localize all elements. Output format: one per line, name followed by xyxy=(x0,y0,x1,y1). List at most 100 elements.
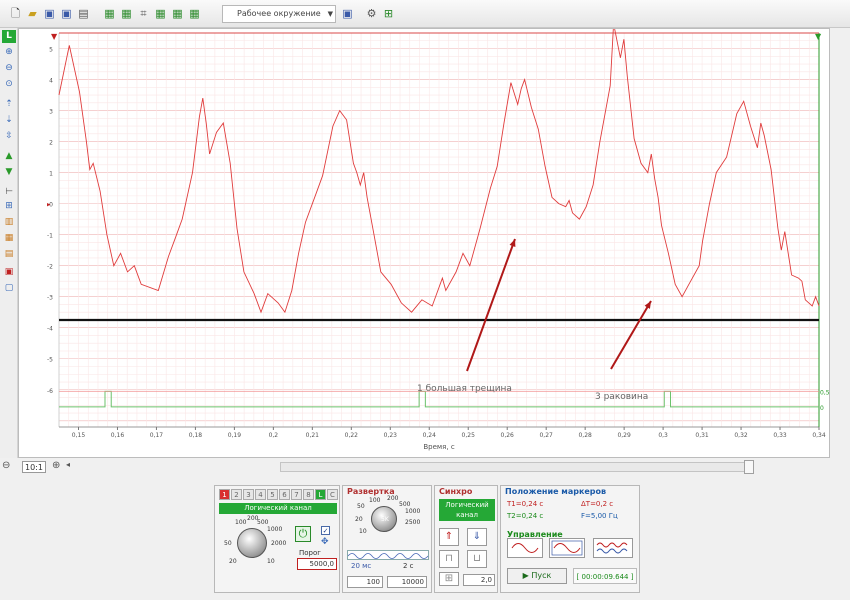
main-toolbar: 🗋 ▰ ▣ ▣ ▤ ▦ ▦ ⌗ ▦ ▦ ▦ Рабочее окружение … xyxy=(0,0,850,28)
green-down-icon[interactable]: ▼ xyxy=(2,166,16,179)
rising-edge-icon[interactable]: ⇑ xyxy=(439,528,459,546)
print-icon[interactable]: ▤ xyxy=(76,6,91,21)
marker-t1: T1=0,24 с xyxy=(507,500,544,508)
continuous-sweep-button[interactable] xyxy=(549,538,585,558)
sync-source-button[interactable]: Логический канал xyxy=(439,499,495,521)
pulse2-icon[interactable]: ⊔ xyxy=(467,550,487,568)
channel-tab-L[interactable]: L xyxy=(315,489,326,500)
level-icon[interactable]: ⊞ xyxy=(439,572,459,586)
sync-panel: Синхро Логический канал ⇑ ⇓ ⊓ ⊔ ⊞ 2,0 xyxy=(434,485,498,593)
amplitude-knob[interactable] xyxy=(237,528,267,558)
chart-icon[interactable]: ▥ xyxy=(2,216,16,229)
scroll-icon[interactable]: ⇳ xyxy=(2,130,16,143)
pulse-icon[interactable]: ⊓ xyxy=(439,550,459,568)
zoom-level[interactable]: 10:1 xyxy=(22,461,46,473)
annotation-crack: 1 большая трещина xyxy=(417,384,512,394)
zoom-in-small-icon[interactable]: ⊕ xyxy=(52,460,60,471)
grid3-icon[interactable]: ▦ xyxy=(153,6,168,21)
layout-icon[interactable]: ⊞ xyxy=(381,6,396,21)
channel-tab-2[interactable]: 2 xyxy=(231,489,242,500)
horizontal-scrollbar[interactable] xyxy=(280,462,750,472)
export-icon[interactable]: ▣ xyxy=(340,6,355,21)
green-up-icon[interactable]: ▲ xyxy=(2,150,16,163)
marker-dt: ΔT=0,2 с xyxy=(581,500,614,508)
start-button[interactable]: ▶ Пуск xyxy=(507,568,567,584)
cursor-icon[interactable]: ⊢ xyxy=(2,186,16,199)
x-tick-label: 0,17 xyxy=(150,432,164,439)
sweep-input-2[interactable]: 10000 xyxy=(387,576,427,588)
chevron-down-icon: ▼ xyxy=(327,10,333,18)
grid2-icon[interactable]: ▦ xyxy=(119,6,134,21)
y-tick-label: -6 xyxy=(47,388,53,395)
markers-title: Положение маркеров xyxy=(505,487,607,496)
sync-value[interactable]: 2,0 xyxy=(463,574,495,586)
x-tick-label: 0,18 xyxy=(189,432,203,439)
table-icon[interactable]: ▦ xyxy=(2,232,16,245)
knob-label: 10 xyxy=(267,558,275,565)
time-left: 20 мс xyxy=(351,562,372,570)
knob-label: 50 xyxy=(357,503,365,510)
knob-label: 1000 xyxy=(267,526,283,533)
scroll-thumb[interactable] xyxy=(744,460,754,474)
x-tick-label: 0,16 xyxy=(111,432,125,439)
channel-l-icon[interactable]: L xyxy=(2,30,16,43)
scroll-left-icon[interactable]: ◂ xyxy=(66,460,70,469)
x-tick-label: 0,27 xyxy=(539,432,553,439)
settings-icon[interactable]: ⚙ xyxy=(364,6,379,21)
x-tick-label: 0,28 xyxy=(578,432,592,439)
marker-left-handle-icon[interactable]: ▼ xyxy=(51,32,58,41)
report-icon[interactable]: ▣ xyxy=(2,266,16,279)
elapsed-timer: [ 00:00:09.644 ] xyxy=(573,568,637,584)
zoom-fit-icon[interactable]: ⊙ xyxy=(2,78,16,91)
threshold-input[interactable]: 5000,0 xyxy=(297,558,337,570)
channel-tab-6[interactable]: 6 xyxy=(279,489,290,500)
invert-icon[interactable]: ✥ xyxy=(321,537,329,547)
channel-tab-7[interactable]: 7 xyxy=(291,489,302,500)
channel-tab-8[interactable]: 8 xyxy=(303,489,314,500)
knob-label: 1000 xyxy=(405,508,421,515)
x-tick-label: 0,2 xyxy=(269,432,279,439)
image-icon[interactable]: ▢ xyxy=(2,282,16,295)
power-button[interactable]: ⏻ xyxy=(295,526,311,542)
calc-icon[interactable]: ▤ xyxy=(2,248,16,261)
falling-edge-icon[interactable]: ⇓ xyxy=(467,528,487,546)
grid5-icon[interactable]: ▦ xyxy=(187,6,202,21)
mode-combo[interactable]: Рабочее окружение ▼ xyxy=(222,5,336,23)
zoom-in-icon[interactable]: ⊕ xyxy=(2,46,16,59)
grid-icon[interactable]: ▦ xyxy=(102,6,117,21)
channel-tab-С[interactable]: С xyxy=(327,489,338,500)
start-label: Пуск xyxy=(531,571,552,580)
open-folder-icon[interactable]: ▰ xyxy=(25,6,40,21)
y-tick-label: 1 xyxy=(49,171,53,178)
x-tick-label: 0,15 xyxy=(72,432,86,439)
x-tick-label: 0,21 xyxy=(306,432,320,439)
channel-checkbox[interactable]: ✓ xyxy=(321,526,330,535)
zoom-out-small-icon[interactable]: ⊖ xyxy=(2,460,10,471)
single-sweep-button[interactable] xyxy=(507,538,543,558)
measure-icon[interactable]: ⌗ xyxy=(136,6,151,21)
y-tick-label: 4 xyxy=(49,78,53,85)
channel-tab-4[interactable]: 4 xyxy=(255,489,266,500)
save-as-icon[interactable]: ▣ xyxy=(59,6,74,21)
arrow-down-icon[interactable]: ⇣ xyxy=(2,114,16,127)
arrow-up-icon[interactable]: ⇡ xyxy=(2,98,16,111)
channel-tab-1[interactable]: 1 xyxy=(219,489,230,500)
x-tick-label: 0,25 xyxy=(462,432,476,439)
knob-label: 5K xyxy=(381,516,389,523)
grid4-icon[interactable]: ▦ xyxy=(170,6,185,21)
logic-tick-bottom: 0 xyxy=(820,405,824,412)
save-icon[interactable]: ▣ xyxy=(42,6,57,21)
marker-icon[interactable]: ⊞ xyxy=(2,200,16,213)
y-tick-label: -1 xyxy=(47,233,53,240)
sync-title: Синхро xyxy=(439,487,473,496)
channel-tab-5[interactable]: 5 xyxy=(267,489,278,500)
marker-handle-icon[interactable]: ▼ xyxy=(815,32,822,41)
zoom-out-icon[interactable]: ⊖ xyxy=(2,62,16,75)
plot-svg: ▼ ▼ 5 4 3 2 1 0 -1 -2 -3 -4 -5 -6 0,15 0,16 0,17 0,18 0,19… xyxy=(47,29,830,451)
multi-sweep-button[interactable] xyxy=(593,538,633,558)
channel-tab-3[interactable]: 3 xyxy=(243,489,254,500)
sweep-input-1[interactable]: 100 xyxy=(347,576,383,588)
y-tick-label: -5 xyxy=(47,357,53,364)
oscillogram-plot[interactable]: ▼ ▼ 5 4 3 2 1 0 -1 -2 -3 -4 -5 -6 0,15 0,16 0,17 0,18 0,19… xyxy=(18,28,830,458)
new-file-icon[interactable]: 🗋 xyxy=(8,6,23,21)
